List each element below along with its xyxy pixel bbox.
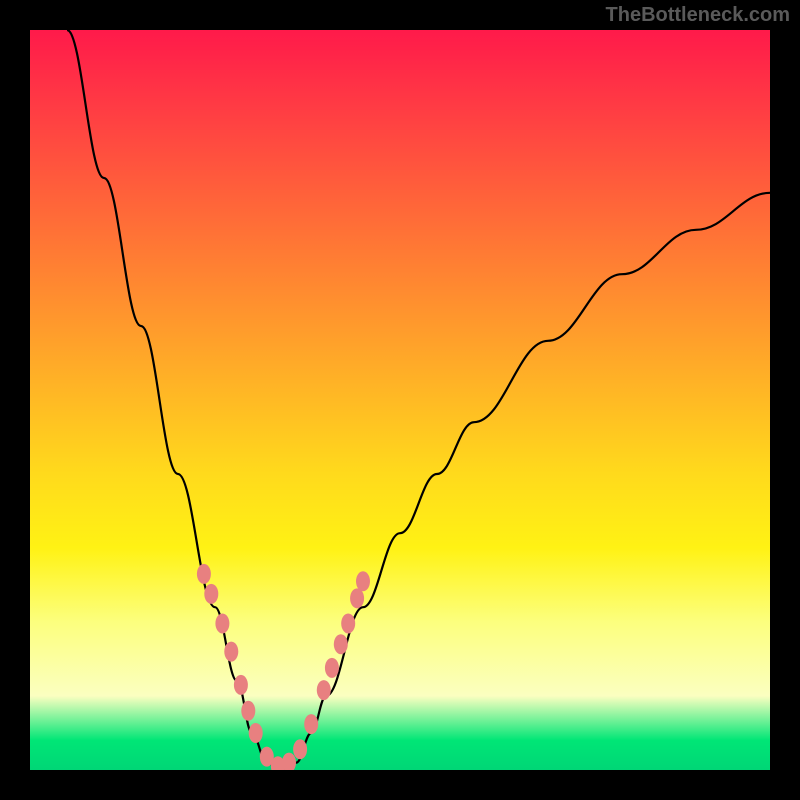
highlight-point	[282, 753, 296, 770]
watermark-text: TheBottleneck.com	[606, 4, 790, 27]
highlight-point	[234, 675, 248, 695]
highlight-point	[271, 756, 285, 770]
highlight-point	[325, 658, 339, 678]
bottleneck-curve-line	[67, 30, 770, 770]
highlight-point	[224, 642, 238, 662]
highlight-point	[249, 723, 263, 743]
highlight-point	[197, 564, 211, 584]
highlight-point	[304, 714, 318, 734]
highlight-point	[204, 584, 218, 604]
chart-curve-svg	[30, 30, 770, 770]
highlight-point	[356, 571, 370, 591]
chart-plot-area	[30, 30, 770, 770]
highlight-points-group	[197, 564, 370, 770]
highlight-point	[350, 588, 364, 608]
highlight-point	[241, 701, 255, 721]
highlight-point	[334, 634, 348, 654]
highlight-point	[293, 739, 307, 759]
highlight-point	[260, 747, 274, 767]
highlight-point	[341, 613, 355, 633]
highlight-point	[317, 680, 331, 700]
highlight-point	[215, 613, 229, 633]
